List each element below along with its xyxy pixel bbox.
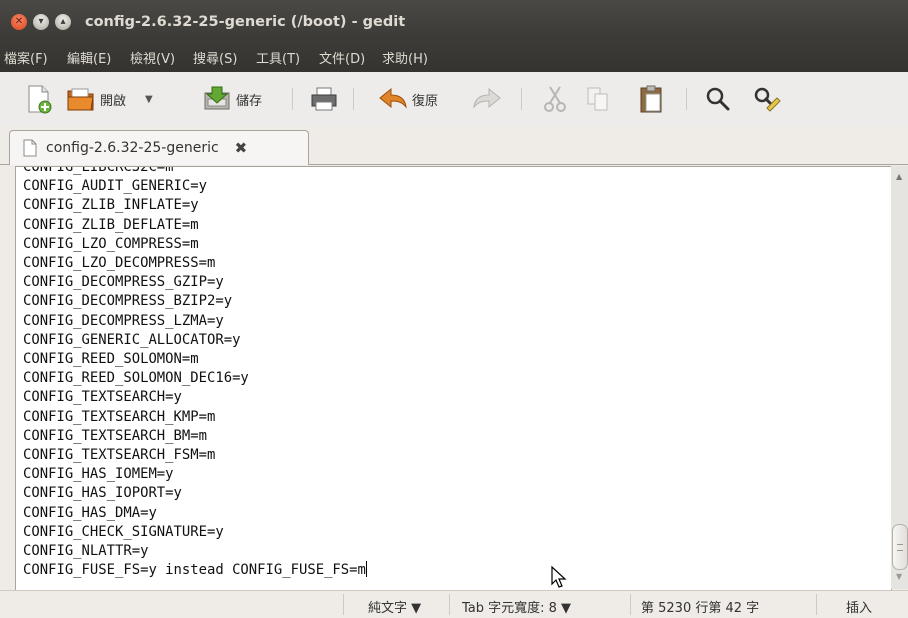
editor-line[interactable]: CONFIG_DECOMPRESS_LZMA=y — [23, 312, 367, 331]
paste-button[interactable] — [638, 82, 664, 116]
minimize-window-button[interactable]: ▾ — [33, 14, 49, 30]
redo-button[interactable] — [472, 82, 502, 116]
close-window-button[interactable]: ✕ — [11, 14, 27, 30]
undo-arrow-icon — [379, 87, 407, 109]
status-separator — [816, 594, 817, 615]
replace-icon — [754, 87, 781, 112]
editor-line[interactable]: CONFIG_FUSE_FS=y instead CONFIG_FUSE_FS=… — [23, 561, 367, 580]
redo-icon — [473, 87, 501, 109]
menu-help[interactable]: 求助(H) — [382, 48, 428, 67]
status-separator — [630, 594, 631, 615]
editor-line[interactable]: CONFIG_LZO_DECOMPRESS=m — [23, 254, 367, 273]
copy-icon — [587, 87, 608, 111]
editor-line[interactable]: CONFIG_HAS_DMA=y — [23, 504, 367, 523]
editor-text[interactable]: CONFIG_LIBCRC32C=m CONFIG_AUDIT_GENERIC=y… — [23, 167, 367, 580]
new-document-icon — [28, 85, 52, 114]
scissors-icon — [544, 86, 566, 112]
close-tab-icon[interactable]: ✖ — [235, 139, 248, 157]
insert-mode: 插入 — [846, 601, 873, 616]
cut-button[interactable] — [542, 82, 568, 116]
scroll-down-arrow-icon[interactable]: ▼ — [896, 572, 902, 581]
find-button[interactable] — [704, 82, 732, 116]
status-separator — [449, 594, 450, 615]
menu-edit[interactable]: 編輯(E) — [67, 48, 111, 67]
menu-view[interactable]: 檢視(V) — [130, 48, 175, 67]
status-bar: 純文字 ▼ Tab 字元寬度: 8 ▼ 第 5230 行第 42 字 插入 — [0, 590, 908, 618]
text-cursor — [365, 561, 367, 578]
open-label: 開啟 — [100, 93, 127, 109]
tab-width-selector[interactable]: Tab 字元寬度: 8 ▼ — [462, 597, 571, 616]
tab-label: config-2.6.32-25-generic — [46, 140, 219, 156]
toolbar-separator — [521, 88, 522, 110]
editor-line[interactable]: CONFIG_GENERIC_ALLOCATOR=y — [23, 331, 367, 350]
save-icon — [204, 86, 230, 110]
editor-line[interactable]: CONFIG_HAS_IOPORT=y — [23, 484, 367, 503]
undo-label: 復原 — [412, 93, 439, 109]
clipboard-icon — [640, 85, 662, 113]
tab-bar: config-2.6.32-25-generic ✖ — [0, 126, 908, 165]
scroll-up-arrow-icon[interactable]: ▲ — [896, 172, 902, 181]
editor-line[interactable]: CONFIG_AUDIT_GENERIC=y — [23, 177, 367, 196]
editor-line[interactable]: CONFIG_REED_SOLOMON_DEC16=y — [23, 369, 367, 388]
editor-line[interactable]: CONFIG_LZO_COMPRESS=m — [23, 235, 367, 254]
menu-bar: 檔案(F) 編輯(E) 檢視(V) 搜尋(S) 工具(T) 文件(D) 求助(H… — [0, 40, 908, 72]
tab-document[interactable]: config-2.6.32-25-generic ✖ — [9, 130, 309, 165]
toolbar-separator — [353, 88, 354, 110]
toolbar-separator — [686, 88, 687, 110]
editor-line[interactable]: CONFIG_HAS_IOMEM=y — [23, 465, 367, 484]
window-title: config-2.6.32-25-generic (/boot) - gedit — [85, 14, 406, 30]
editor-line[interactable]: CONFIG_DECOMPRESS_BZIP2=y — [23, 292, 367, 311]
editor-line[interactable]: CONFIG_TEXTSEARCH_KMP=m — [23, 408, 367, 427]
cursor-position: 第 5230 行第 42 字 — [641, 601, 760, 616]
editor-line[interactable]: CONFIG_NLATTR=y — [23, 542, 367, 561]
editor-line[interactable]: CONFIG_CHECK_SIGNATURE=y — [23, 523, 367, 542]
menu-documents[interactable]: 文件(D) — [319, 48, 365, 67]
scrollbar-thumb[interactable] — [892, 524, 908, 570]
maximize-window-button[interactable]: ▴ — [55, 14, 71, 30]
save-button[interactable]: 儲存 — [202, 82, 262, 116]
open-recent-dropdown[interactable]: ▼ — [145, 82, 153, 116]
editor-line[interactable]: CONFIG_ZLIB_DEFLATE=m — [23, 216, 367, 235]
replace-button[interactable] — [752, 82, 782, 116]
status-separator — [343, 594, 344, 615]
copy-button[interactable] — [585, 82, 611, 116]
editor-line[interactable]: CONFIG_DECOMPRESS_GZIP=y — [23, 273, 367, 292]
open-button[interactable]: 開啟 — [66, 82, 126, 116]
save-label: 儲存 — [236, 93, 263, 109]
menu-file[interactable]: 檔案(F) — [4, 48, 48, 67]
menu-tools[interactable]: 工具(T) — [256, 48, 300, 67]
magnifier-icon — [706, 87, 730, 111]
mouse-pointer-icon — [551, 565, 567, 588]
folder-open-icon — [67, 88, 94, 111]
toolbar: 開啟 ▼ 儲存 復原 — [0, 72, 908, 127]
undo-button[interactable]: 復原 — [378, 82, 438, 116]
editor-line[interactable]: CONFIG_ZLIB_INFLATE=y — [23, 196, 367, 215]
text-document-icon — [23, 139, 37, 157]
editor-line[interactable]: CONFIG_TEXTSEARCH_BM=m — [23, 427, 367, 446]
menu-search[interactable]: 搜尋(S) — [193, 48, 237, 67]
new-button[interactable] — [26, 82, 52, 116]
editor-line[interactable]: CONFIG_REED_SOLOMON=m — [23, 350, 367, 369]
editor-line[interactable]: CONFIG_TEXTSEARCH=y — [23, 388, 367, 407]
print-button[interactable] — [310, 82, 338, 116]
printer-icon — [311, 87, 337, 111]
toolbar-separator — [292, 88, 293, 110]
text-editor[interactable]: CONFIG_LIBCRC32C=m CONFIG_AUDIT_GENERIC=y… — [15, 166, 892, 591]
editor-line[interactable]: CONFIG_LIBCRC32C=m — [23, 167, 367, 177]
editor-line[interactable]: CONFIG_TEXTSEARCH_FSM=m — [23, 446, 367, 465]
language-selector[interactable]: 純文字 ▼ — [368, 597, 421, 616]
vertical-scrollbar[interactable]: ▲ ▼ — [891, 166, 908, 589]
title-bar: ✕ ▾ ▴ config-2.6.32-25-generic (/boot) -… — [0, 0, 908, 40]
